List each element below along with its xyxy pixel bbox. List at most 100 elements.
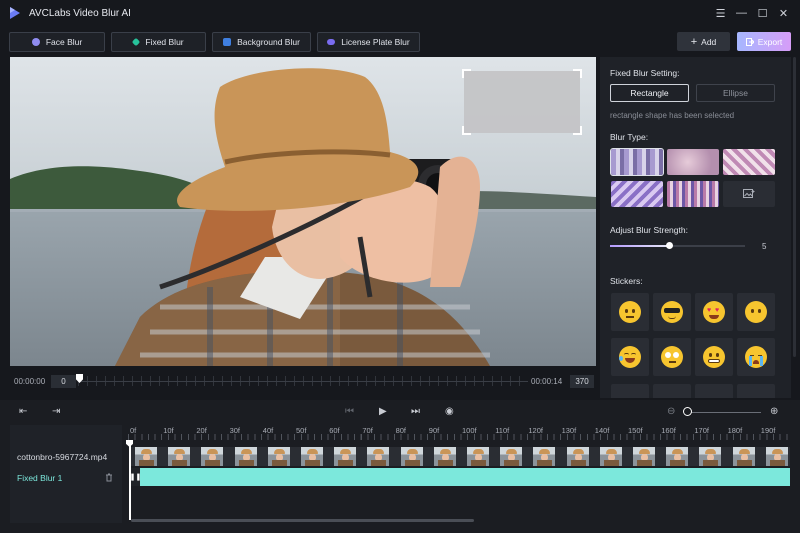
ruler-label: 120f bbox=[528, 426, 543, 435]
sticker-partial[interactable] bbox=[737, 384, 775, 398]
video-thumbnail bbox=[765, 447, 788, 466]
end-time: 00:00:14 bbox=[531, 377, 563, 386]
export-icon bbox=[745, 37, 754, 46]
sticker-partial[interactable] bbox=[695, 384, 733, 398]
timeline-controls: ⇤ ⇥ ⏮ ▶ ⏭ ◉ ⊖ ⊕ bbox=[0, 400, 800, 424]
sticker-grimace[interactable] bbox=[695, 338, 733, 376]
video-track[interactable] bbox=[131, 447, 790, 466]
custom-image-button[interactable] bbox=[723, 181, 775, 207]
video-thumbnail bbox=[533, 447, 556, 466]
video-preview[interactable] bbox=[10, 57, 596, 366]
resize-handle-bottom-right[interactable] bbox=[573, 126, 582, 135]
sticker-laughing-tears[interactable] bbox=[611, 338, 649, 376]
ruler-label: 30f bbox=[229, 426, 241, 435]
blur-strength-slider[interactable] bbox=[610, 242, 745, 249]
ruler-label: 150f bbox=[628, 426, 643, 435]
car-icon bbox=[327, 39, 336, 45]
face-blur-label: Face Blur bbox=[45, 37, 83, 47]
previous-frame-icon[interactable]: ⏮ bbox=[345, 406, 354, 417]
background-blur-label: Background Blur bbox=[237, 37, 300, 47]
face-blur-button[interactable]: Face Blur bbox=[9, 32, 105, 52]
clip-grip-icon[interactable]: ❚❚ bbox=[130, 468, 141, 486]
timeline-ruler[interactable]: 0f 10f 20f 30f 40f 50f 60f 70f 80f 90f 100f 110f 120… bbox=[128, 424, 790, 440]
ruler-label: 140f bbox=[594, 426, 610, 435]
ellipse-shape-button[interactable]: Ellipse bbox=[696, 84, 775, 102]
fixed-blur-button[interactable]: Fixed Blur bbox=[111, 32, 206, 52]
sticker-blank-face[interactable] bbox=[737, 293, 775, 331]
ruler-label: 170f bbox=[694, 426, 709, 435]
sticker-sunglasses[interactable] bbox=[653, 293, 691, 331]
zoom-thumb[interactable] bbox=[683, 407, 692, 416]
play-icon[interactable]: ▶ bbox=[379, 406, 387, 417]
blur-track-label[interactable]: Fixed Blur 1 bbox=[17, 473, 62, 483]
blur-type-glass[interactable] bbox=[611, 181, 663, 207]
eye-icon[interactable]: ◉ bbox=[445, 406, 454, 417]
ruler-label: 180f bbox=[727, 426, 743, 435]
blank-face-emoji-icon bbox=[745, 301, 767, 323]
sticker-eye-roll[interactable] bbox=[653, 338, 691, 376]
sticker-crying[interactable] bbox=[737, 338, 775, 376]
video-thumbnail bbox=[234, 447, 257, 466]
video-thumbnail bbox=[633, 447, 655, 466]
blur-type-gaussian[interactable] bbox=[667, 149, 719, 175]
resize-handle-bottom-left[interactable] bbox=[462, 126, 471, 135]
resize-handle-top-left[interactable] bbox=[462, 69, 471, 78]
ruler-label: 0f bbox=[130, 426, 137, 435]
grimace-emoji-icon bbox=[703, 346, 725, 368]
zoom-slider[interactable] bbox=[689, 412, 761, 413]
ruler-label: 10f bbox=[163, 426, 174, 435]
blur-strength-fill bbox=[610, 245, 670, 247]
sticker-partial[interactable] bbox=[611, 384, 649, 398]
export-button[interactable]: Export bbox=[737, 32, 791, 51]
ruler-label: 40f bbox=[262, 426, 274, 435]
rectangle-shape-button[interactable]: Rectangle bbox=[610, 84, 689, 102]
sticker-partial[interactable] bbox=[653, 384, 691, 398]
ruler-label: 80f bbox=[395, 426, 407, 435]
face-icon bbox=[31, 38, 40, 46]
blur-track-clip[interactable]: ❚❚ bbox=[130, 468, 790, 486]
video-thumbnail bbox=[599, 447, 622, 466]
start-frame-field[interactable]: 0 bbox=[51, 375, 76, 388]
fixed-blur-icon bbox=[132, 37, 141, 47]
add-label: Add bbox=[701, 36, 717, 47]
video-thumbnail bbox=[201, 447, 224, 466]
menu-icon[interactable]: ☰ bbox=[710, 7, 731, 20]
close-icon[interactable]: ✕ bbox=[773, 7, 794, 20]
split-left-icon[interactable]: ⇤ bbox=[19, 406, 27, 417]
playhead-handle[interactable] bbox=[126, 440, 133, 447]
trash-icon[interactable] bbox=[105, 473, 113, 482]
minimize-icon[interactable]: — bbox=[731, 7, 752, 19]
timeline-panel: ⇤ ⇥ ⏮ ▶ ⏭ ◉ ⊖ ⊕ cottonbro-5967724.mp4 Fi… bbox=[0, 400, 800, 533]
background-blur-button[interactable]: Background Blur bbox=[212, 32, 311, 52]
sticker-heart-eyes[interactable]: ♥ ♥ bbox=[695, 293, 733, 331]
license-plate-blur-button[interactable]: License Plate Blur bbox=[317, 32, 420, 52]
playhead[interactable] bbox=[129, 440, 131, 520]
eye-roll-emoji-icon bbox=[661, 346, 683, 368]
settings-panel: Fixed Blur Setting: Rectangle Ellipse re… bbox=[600, 57, 791, 398]
ruler-label: 190f bbox=[760, 426, 776, 435]
sticker-neutral-face[interactable] bbox=[611, 293, 649, 331]
split-right-icon[interactable]: ⇥ bbox=[52, 406, 60, 417]
next-frame-icon[interactable]: ⏭ bbox=[411, 406, 420, 417]
blur-type-mosaic[interactable] bbox=[610, 148, 664, 176]
end-frame-field[interactable]: 370 bbox=[570, 375, 594, 388]
scrub-track[interactable] bbox=[78, 381, 528, 382]
maximize-icon[interactable]: ☐ bbox=[752, 7, 773, 20]
video-thumbnail bbox=[400, 447, 423, 466]
add-image-icon bbox=[743, 189, 755, 198]
app-title: AVCLabs Video Blur AI bbox=[29, 7, 131, 19]
panel-scrollbar[interactable] bbox=[793, 57, 796, 357]
video-thumbnail bbox=[566, 447, 589, 466]
video-thumbnail bbox=[467, 447, 489, 466]
blur-type-noise[interactable] bbox=[667, 181, 719, 207]
add-button[interactable]: + Add bbox=[677, 32, 730, 51]
blur-type-pixel[interactable] bbox=[723, 149, 775, 175]
zoom-in-icon[interactable]: ⊕ bbox=[770, 406, 778, 417]
blur-region-rectangle[interactable] bbox=[462, 69, 582, 135]
timeline-scrollbar[interactable] bbox=[131, 519, 474, 522]
resize-handle-top-right[interactable] bbox=[573, 69, 582, 78]
zoom-out-icon[interactable]: ⊖ bbox=[667, 406, 675, 417]
video-thumbnail bbox=[334, 447, 357, 466]
blur-strength-thumb[interactable] bbox=[666, 242, 674, 249]
ruler-label: 20f bbox=[196, 426, 207, 435]
